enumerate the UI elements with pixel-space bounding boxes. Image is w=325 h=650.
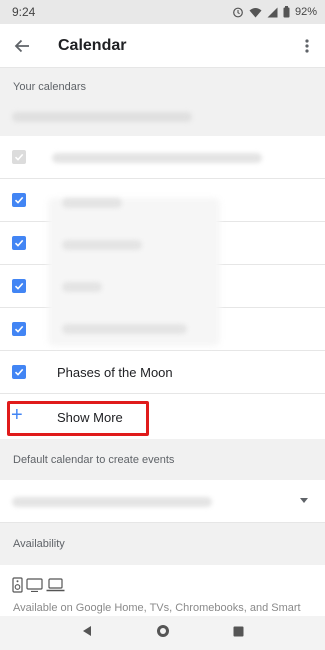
more-options-button[interactable] [289,24,325,68]
checkbox-disabled [12,150,26,164]
status-bar: 9:24 92% [0,0,325,24]
back-button[interactable] [0,24,44,68]
device-icons [12,577,65,593]
checkbox-checked[interactable] [12,236,26,250]
check-icon [14,325,24,333]
nav-back-button[interactable] [81,624,93,642]
check-icon [14,239,24,247]
status-icons: 92% [232,6,317,18]
default-calendar-dropdown[interactable] [0,480,325,523]
status-time: 9:24 [12,5,36,19]
nav-recents-button[interactable] [233,624,244,642]
battery-icon [283,6,290,18]
system-nav-bar [0,616,325,650]
section-availability-title: Availability [13,538,65,550]
page-title: Calendar [58,36,127,54]
availability-devices-text: Available on Google Home, TVs, Chromeboo… [13,602,301,614]
section-your-calendars-title: Your calendars [13,81,86,93]
laptop-icon [46,578,65,592]
default-calendar-redacted [12,497,212,507]
section-default-calendar: Default calendar to create events [0,439,325,480]
calendar-name-redacted [62,198,122,208]
app-bar: Calendar [0,24,325,68]
nav-recents-icon [233,626,244,637]
nav-back-icon [83,626,92,636]
arrow-back-icon [14,39,29,52]
speaker-icon [12,577,23,593]
calendar-name-redacted [52,153,262,163]
check-icon [14,196,24,204]
section-default-calendar-title: Default calendar to create events [13,453,175,466]
calendar-row-phases-of-the-moon[interactable]: Phases of the Moon [0,351,325,394]
calendar-row[interactable] [0,136,325,179]
checkbox-checked[interactable] [12,322,26,336]
wifi-icon [249,7,262,18]
checkbox-checked[interactable] [12,365,26,379]
account-name-redacted [12,112,192,122]
highlight-annotation [7,401,149,436]
calendar-name-redacted [62,240,142,250]
nav-home-icon [156,624,169,637]
nav-home-button[interactable] [156,624,170,643]
more-vert-icon [305,38,309,53]
tv-icon [26,578,43,592]
section-your-calendars: Your calendars [0,68,325,136]
availability-devices: Available on Google Home, TVs, Chromeboo… [0,565,325,615]
checkbox-checked[interactable] [12,279,26,293]
battery-percent: 92% [294,6,317,18]
check-icon [14,153,24,161]
calendar-name-redacted [62,282,102,292]
checkbox-checked[interactable] [12,193,26,207]
dropdown-arrow-icon [300,498,308,503]
check-icon [14,368,24,376]
alarm-icon [232,6,244,18]
calendar-label: Phases of the Moon [57,364,173,380]
calendar-name-redacted [62,324,187,334]
signal-icon [267,7,278,18]
section-availability: Availability [0,523,325,565]
check-icon [14,282,24,290]
